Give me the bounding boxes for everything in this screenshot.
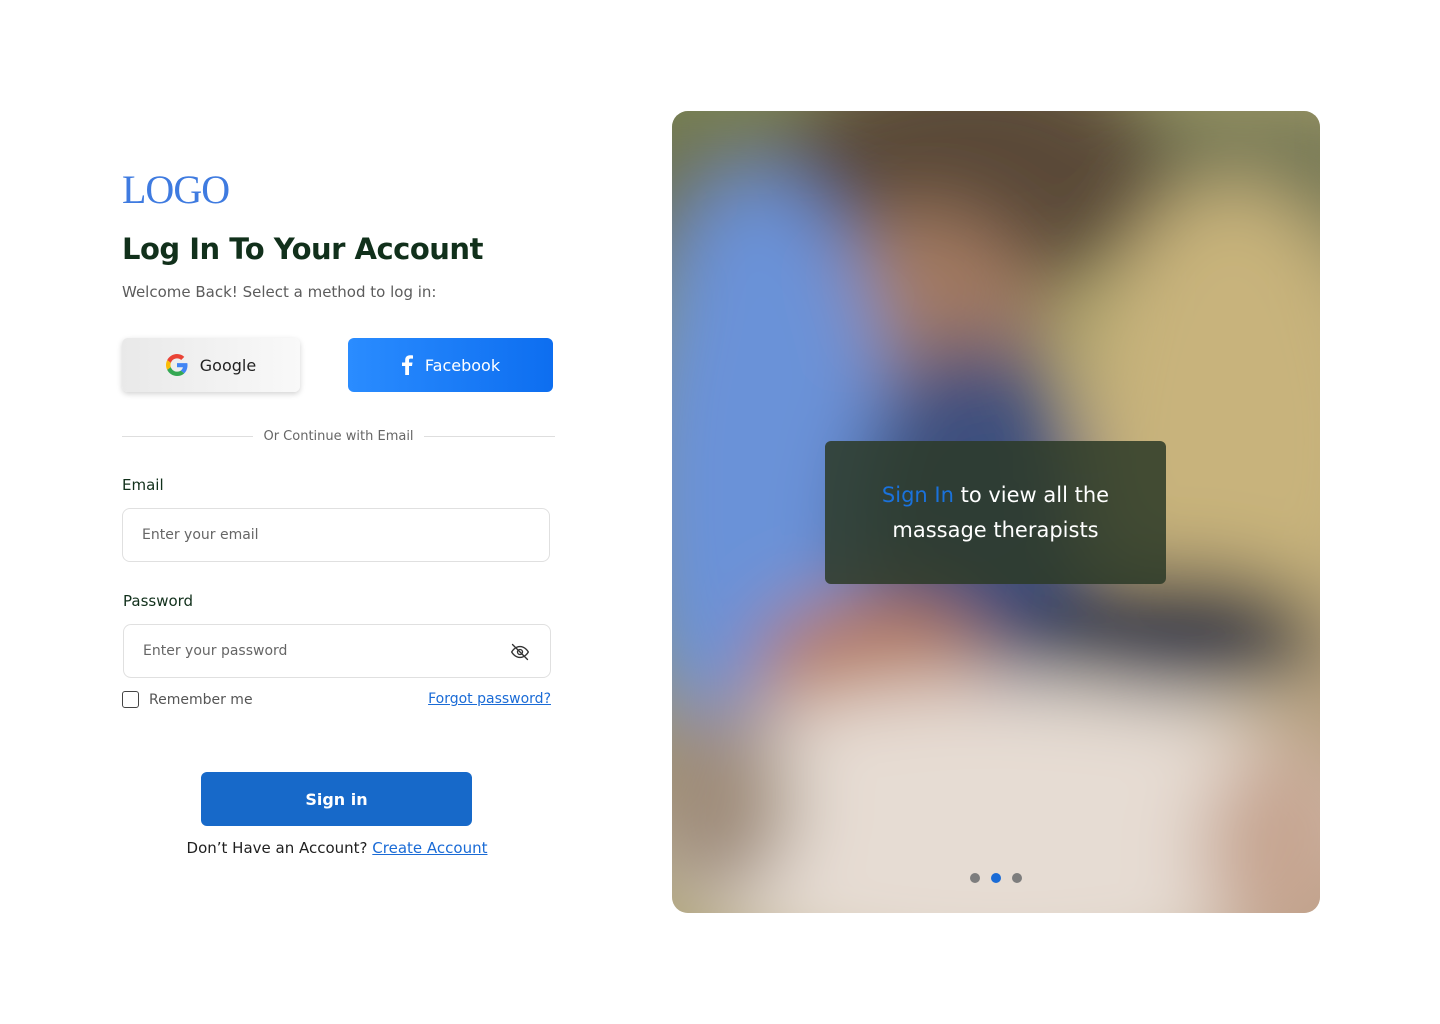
forgot-password-link[interactable]: Forgot password?	[428, 691, 551, 707]
email-label: Email	[122, 476, 164, 494]
facebook-login-button[interactable]: Facebook	[348, 338, 553, 392]
hero-highlight-text: Sign In	[881, 482, 954, 507]
password-field-wrapper	[123, 624, 551, 678]
facebook-icon	[401, 355, 413, 375]
page-subtitle: Welcome Back! Select a method to log in:	[122, 283, 437, 301]
remember-me-label: Remember me	[149, 691, 253, 708]
hero-message: Sign In to view all the massage therapis…	[845, 478, 1146, 548]
remember-me: Remember me	[122, 691, 253, 708]
email-divider: Or Continue with Email	[122, 426, 556, 446]
google-button-label: Google	[199, 355, 257, 375]
page-title: Log In To Your Account	[122, 232, 483, 266]
email-field[interactable]	[123, 509, 549, 561]
email-field-wrapper	[122, 508, 550, 562]
eye-off-icon[interactable]	[510, 642, 530, 666]
divider-line-right	[423, 435, 556, 437]
hero-panel: Sign In to view all the massage therapis…	[672, 111, 1320, 913]
google-login-button[interactable]: Google	[122, 338, 300, 392]
create-account-prompt: Don’t Have an Account? Create Account	[122, 839, 552, 857]
carousel-dot-3[interactable]	[1012, 873, 1022, 883]
facebook-button-label: Facebook	[424, 355, 501, 375]
sign-in-button[interactable]: Sign in	[201, 772, 472, 826]
create-account-link[interactable]: Create Account	[372, 839, 487, 857]
carousel-dots	[970, 873, 1022, 883]
password-label: Password	[123, 592, 194, 610]
remember-me-checkbox[interactable]	[122, 691, 139, 708]
password-field[interactable]	[124, 625, 550, 677]
google-icon	[165, 354, 188, 376]
hero-message-card: Sign In to view all the massage therapis…	[825, 441, 1166, 584]
carousel-dot-2[interactable]	[991, 873, 1001, 883]
divider-line-left	[122, 435, 254, 437]
carousel-dot-1[interactable]	[970, 873, 980, 883]
create-account-text: Don’t Have an Account?	[186, 839, 368, 857]
divider-text: Or Continue with Email	[263, 428, 414, 444]
logo: LOGO	[122, 167, 230, 212]
